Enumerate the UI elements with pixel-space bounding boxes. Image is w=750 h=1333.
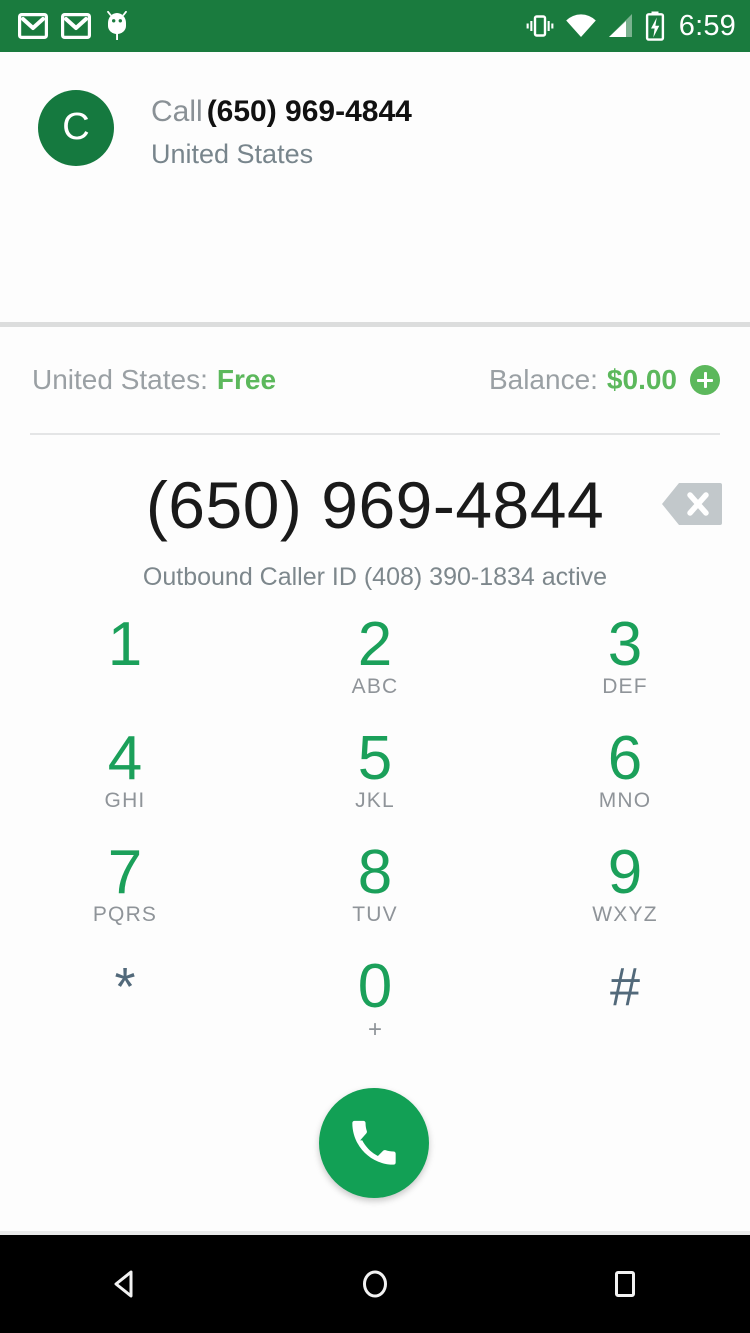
- dialpad-key-letters: WXYZ: [592, 903, 658, 927]
- recents-square-icon: [615, 1271, 635, 1297]
- rate-divider: [30, 433, 720, 435]
- dialpad-key-digit: 2: [357, 610, 393, 679]
- dialpad-key-letters: ABC: [351, 675, 399, 699]
- wifi-icon: [565, 14, 596, 37]
- dialpad-key-digit: 7: [107, 838, 143, 907]
- dialpad-key-digit: 1: [107, 610, 143, 679]
- gmail-icon: [18, 13, 48, 39]
- dialed-number-field[interactable]: (650) 969-4844: [146, 472, 604, 538]
- contact-row[interactable]: C Call (650) 969-4844 United States: [38, 90, 750, 170]
- call-header: C Call (650) 969-4844 United States: [0, 52, 750, 324]
- dialpad-key-digit: 9: [607, 838, 643, 907]
- dialpad-key-hash[interactable]: #: [500, 950, 750, 1064]
- home-circle-icon: [363, 1270, 387, 1298]
- call-button[interactable]: [319, 1088, 429, 1198]
- dialpad-key-4[interactable]: 4 GHI: [0, 722, 250, 836]
- avatar: C: [38, 90, 114, 166]
- gmail-icon: [61, 13, 91, 39]
- dialpad-key-digit: #: [609, 957, 641, 1017]
- nav-back-button[interactable]: [0, 1235, 250, 1333]
- contact-text-block: Call (650) 969-4844 United States: [151, 90, 412, 170]
- rate-value: Free: [216, 364, 277, 395]
- dialpad-key-letters: MNO: [598, 789, 652, 813]
- dialpad-key-letters: JKL: [355, 789, 395, 813]
- rate-label: United States:: [32, 364, 208, 395]
- phone-screen: 6:59 C Call (650) 969-4844 United States …: [0, 0, 750, 1333]
- balance-group[interactable]: Balance: $0.00: [489, 365, 720, 395]
- status-bar-clock: 6:59: [678, 9, 736, 42]
- dialpad: 1 2 ABC 3 DEF 4 GHI 5 JKL 6 MNO 7 PQRS 8: [0, 608, 750, 1064]
- status-bar-system-icons: 6:59: [525, 11, 736, 41]
- android-debug-icon: [107, 11, 127, 40]
- call-title: Call (650) 969-4844: [151, 94, 412, 131]
- dialpad-key-2[interactable]: 2 ABC: [250, 608, 500, 722]
- nav-home-button[interactable]: [250, 1235, 500, 1333]
- rate-balance-row: United States: Free Balance: $0.00: [0, 327, 750, 433]
- dialpad-key-letters: +: [367, 1016, 382, 1044]
- dialpad-key-0[interactable]: 0 +: [250, 950, 500, 1064]
- dialpad-key-digit: *: [114, 957, 136, 1017]
- call-phone-number: (650) 969-4844: [206, 95, 412, 128]
- back-triangle-icon: [114, 1270, 133, 1298]
- dialpad-key-digit: 3: [607, 610, 643, 679]
- balance-label: Balance:: [488, 364, 598, 395]
- vibrate-icon: [526, 15, 554, 37]
- dialpad-key-digit: 4: [107, 724, 143, 793]
- rate-group: United States: Free: [32, 366, 276, 394]
- dialpad-key-9[interactable]: 9 WXYZ: [500, 836, 750, 950]
- balance-value: $0.00: [606, 364, 677, 395]
- cellular-signal-icon: [608, 14, 632, 37]
- phone-handset-icon: [352, 1120, 396, 1165]
- nav-recents-button[interactable]: [500, 1235, 750, 1333]
- dialpad-key-5[interactable]: 5 JKL: [250, 722, 500, 836]
- dialpad-key-letters: DEF: [602, 675, 648, 699]
- dialpad-key-8[interactable]: 8 TUV: [250, 836, 500, 950]
- call-prefix-label: Call: [151, 95, 203, 128]
- dialpad-key-1[interactable]: 1: [0, 608, 250, 722]
- dialpad-key-digit: 0: [357, 952, 393, 1021]
- battery-charging-icon: [645, 11, 664, 41]
- dialpad-key-letters: GHI: [104, 789, 146, 813]
- dialpad-key-3[interactable]: 3 DEF: [500, 608, 750, 722]
- dialpad-key-letters: PQRS: [92, 903, 158, 927]
- status-bar: 6:59: [0, 0, 750, 52]
- dialpad-key-letters: TUV: [352, 903, 398, 927]
- status-bar-notification-icons: [18, 11, 130, 41]
- caller-id-note: Outbound Caller ID (408) 390-1834 active: [142, 563, 608, 591]
- dialpad-key-7[interactable]: 7 PQRS: [0, 836, 250, 950]
- avatar-letter: C: [62, 106, 90, 148]
- dialpad-key-digit: 6: [607, 724, 643, 793]
- dialpad-key-6[interactable]: 6 MNO: [500, 722, 750, 836]
- call-country-label: United States: [151, 138, 314, 169]
- system-nav-bar: [0, 1235, 750, 1333]
- dialpad-key-digit: 5: [357, 724, 393, 793]
- dial-display-row: (650) 969-4844: [0, 455, 750, 555]
- dialpad-key-star[interactable]: *: [0, 950, 250, 1064]
- dialpad-key-digit: 8: [357, 838, 393, 907]
- plus-circle-icon[interactable]: [690, 365, 720, 395]
- backspace-icon[interactable]: [662, 483, 722, 525]
